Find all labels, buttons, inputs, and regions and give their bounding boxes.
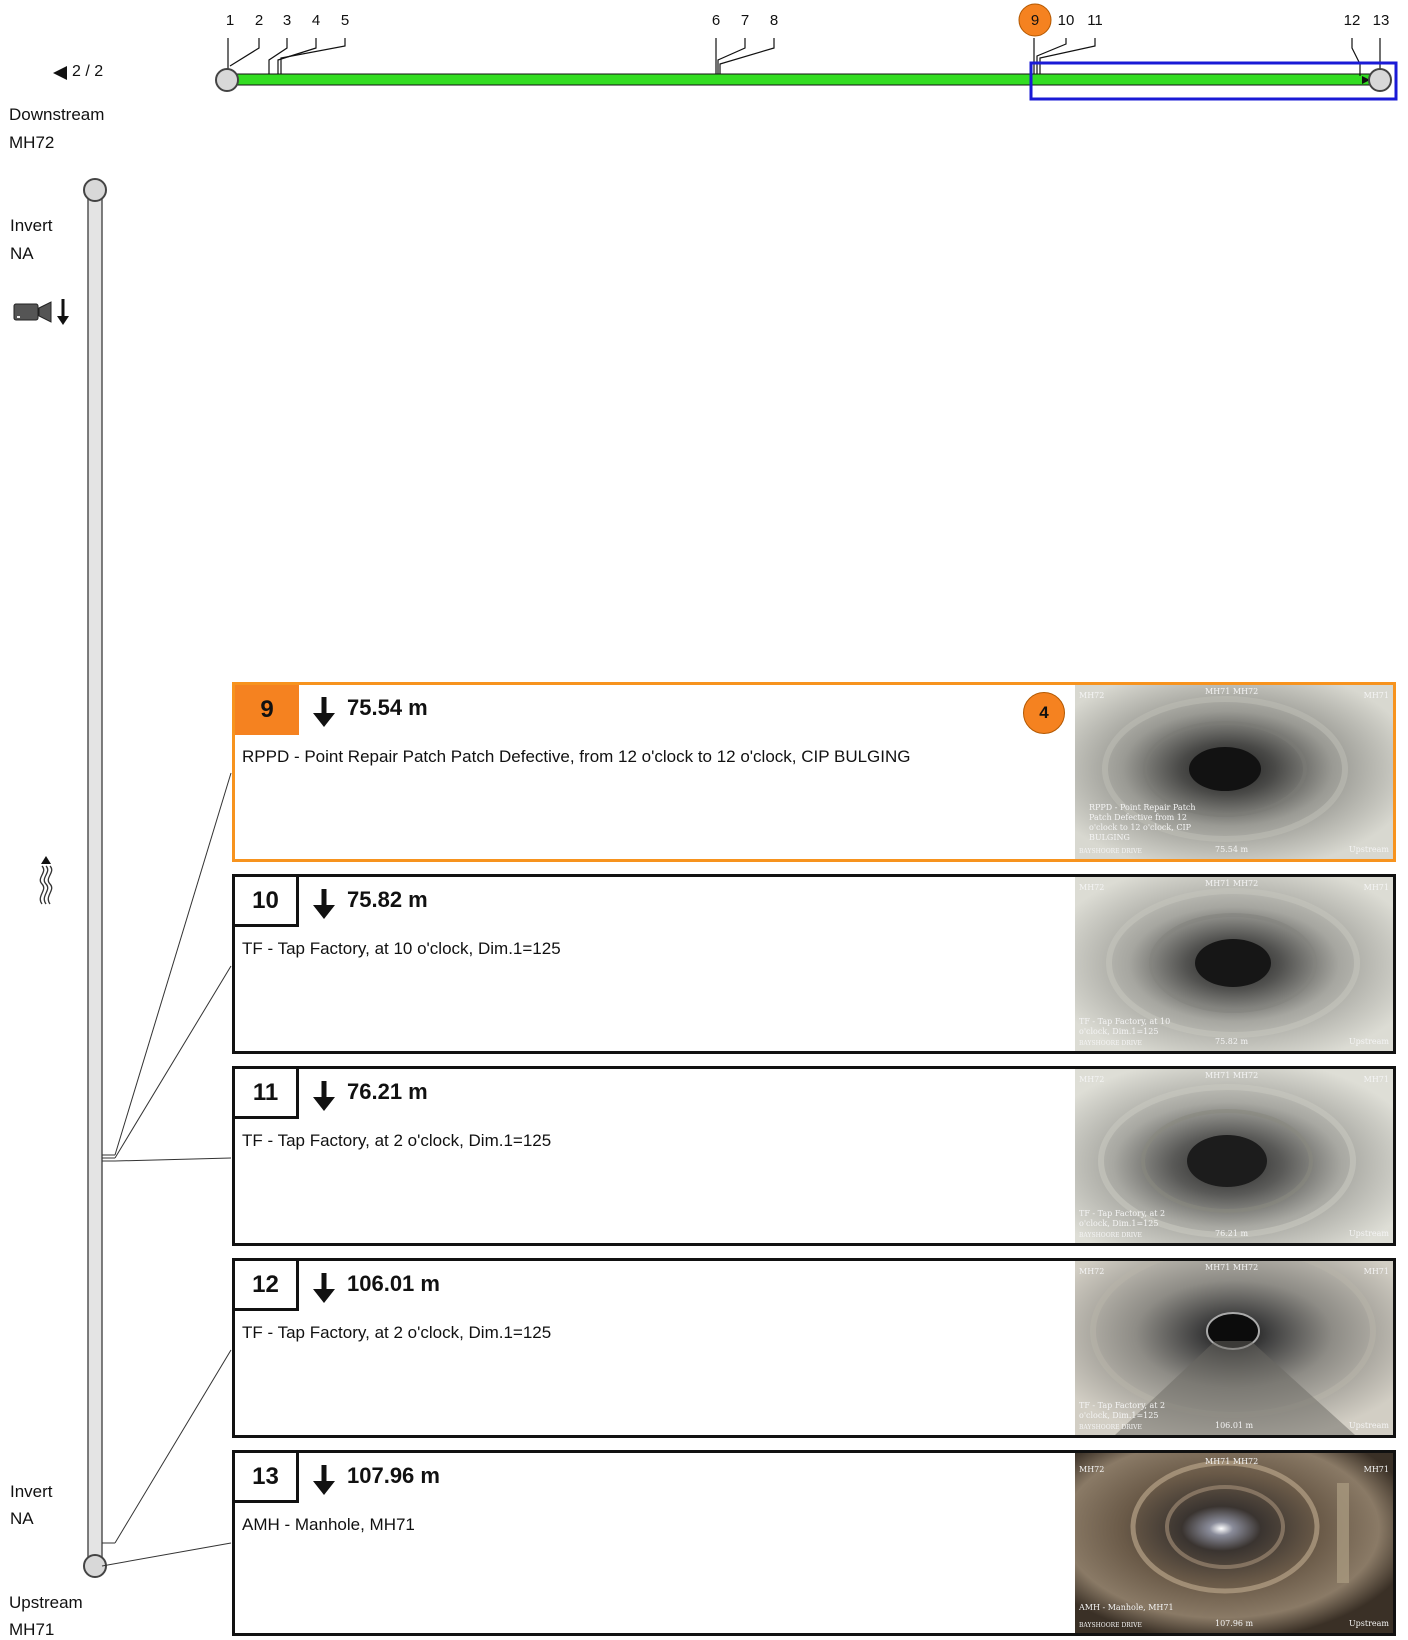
observation-description: TF - Tap Factory, at 2 o'clock, Dim.1=12… (242, 1131, 552, 1150)
upstream-node: MH71 (9, 1620, 55, 1639)
photo-top-right: MH71 (1363, 1267, 1389, 1276)
photo-street: BAYSHOORE DRIVE (1079, 1621, 1142, 1629)
pipe-bar (225, 73, 1385, 86)
tick-label-7[interactable]: 7 (733, 12, 757, 29)
tick-label-10[interactable]: 10 (1054, 12, 1078, 29)
vertical-pipe (83, 178, 232, 1578)
tick-label-5[interactable]: 5 (333, 12, 357, 29)
photo-top-right: MH71 (1363, 691, 1389, 700)
photo-top-left: MH72 (1079, 1267, 1105, 1276)
photo-direction: Upstream (1348, 1619, 1389, 1628)
observation-number: 10 (235, 877, 299, 927)
down-arrow-icon (313, 697, 335, 727)
tick-label-11[interactable]: 11 (1083, 12, 1107, 29)
observation-photo[interactable]: MH72 MH71 MH72 MH71 TF - Tap Factory, at… (1075, 1261, 1393, 1435)
photo-street: BAYSHOORE DRIVE (1079, 1039, 1142, 1047)
photo-top-right: MH71 (1363, 1465, 1389, 1474)
photo-top-left: MH72 (1079, 1075, 1105, 1084)
photo-top-left: MH72 (1079, 1465, 1105, 1474)
photo-top-left: MH72 (1079, 691, 1105, 700)
photo-street: BAYSHOORE DRIVE (1079, 847, 1142, 855)
tick-label-6[interactable]: 6 (704, 12, 728, 29)
photo-distance: 107.96 m (1215, 1619, 1254, 1628)
photo-distance: 75.82 m (1215, 1037, 1249, 1046)
upstream-manhole-node (1368, 68, 1392, 92)
photo-distance: 76.21 m (1215, 1229, 1249, 1238)
photo-top-center: MH71 MH72 (1205, 879, 1259, 888)
tick-label-2[interactable]: 2 (247, 12, 271, 29)
observation-photo[interactable]: MH72 MH71 MH72 MH71 AMH - Manhole, MH71 … (1075, 1453, 1393, 1633)
observation-card-12[interactable]: 12 106.01 m TF - Tap Factory, at 2 o'clo… (232, 1258, 1396, 1438)
observation-distance: 107.96 m (347, 1463, 440, 1488)
observation-description: RPPD - Point Repair Patch Patch Defectiv… (242, 747, 911, 766)
tick-label-3[interactable]: 3 (275, 12, 299, 29)
observation-description: AMH - Manhole, MH71 (242, 1515, 415, 1534)
photo-top-center: MH71 MH72 (1205, 1457, 1259, 1466)
down-arrow-icon (313, 1081, 335, 1111)
observation-number: 12 (235, 1261, 299, 1311)
photo-street: BAYSHOORE DRIVE (1079, 1231, 1142, 1239)
photo-caption: TF - Tap Factory, at 2 o'clock, Dim.1=12… (1079, 1401, 1166, 1420)
photo-caption: AMH - Manhole, MH71 (1079, 1603, 1174, 1612)
observation-card-13[interactable]: 13 107.96 m AMH - Manhole, MH71 MH72 MH7… (232, 1450, 1396, 1636)
observation-card-11[interactable]: 11 76.21 m TF - Tap Factory, at 2 o'cloc… (232, 1066, 1396, 1246)
photo-direction: Upstream (1348, 845, 1389, 854)
photo-direction: Upstream (1348, 1229, 1389, 1238)
invert-top-label: Invert (10, 216, 53, 235)
photo-caption: TF - Tap Factory, at 10 o'clock, Dim.1=1… (1079, 1017, 1171, 1036)
photo-caption: RPPD - Point Repair Patch Patch Defectiv… (1089, 803, 1196, 842)
observation-number: 13 (235, 1453, 299, 1503)
observation-distance: 75.82 m (347, 887, 428, 912)
photo-top-center: MH71 MH72 (1205, 1263, 1259, 1272)
observation-distance: 75.54 m (347, 695, 428, 720)
down-arrow-icon (313, 889, 335, 919)
tick-label-13[interactable]: 13 (1369, 12, 1393, 29)
invert-top-value: NA (10, 244, 34, 263)
observation-card-10[interactable]: 10 75.82 m TF - Tap Factory, at 10 o'clo… (232, 874, 1396, 1054)
photo-top-center: MH71 MH72 (1205, 687, 1259, 696)
tick-label-4[interactable]: 4 (304, 12, 328, 29)
observation-description: TF - Tap Factory, at 2 o'clock, Dim.1=12… (242, 1323, 552, 1342)
down-arrow-icon (313, 1273, 335, 1303)
photo-top-left: MH72 (1079, 883, 1105, 892)
tick-label-9[interactable]: 9 (1023, 12, 1047, 29)
down-arrow-icon (57, 299, 69, 325)
observation-photo[interactable]: MH72 MH71 MH72 MH71 TF - Tap Factory, at… (1075, 877, 1393, 1051)
photo-caption: TF - Tap Factory, at 2 o'clock, Dim.1=12… (1079, 1209, 1166, 1228)
observation-distance: 106.01 m (347, 1271, 440, 1296)
observation-photo[interactable]: MH72 MH71 MH72 MH71 TF - Tap Factory, at… (1075, 1069, 1393, 1243)
grade-badge: 4 (1023, 692, 1065, 734)
photo-top-right: MH71 (1363, 883, 1389, 892)
observation-description: TF - Tap Factory, at 10 o'clock, Dim.1=1… (242, 939, 561, 958)
invert-bottom-label: Invert (10, 1482, 53, 1501)
photo-top-right: MH71 (1363, 1075, 1389, 1084)
photo-direction: Upstream (1348, 1421, 1389, 1430)
camera-icon (13, 301, 52, 323)
photo-top-center: MH71 MH72 (1205, 1071, 1259, 1080)
tick-label-8[interactable]: 8 (762, 12, 786, 29)
upstream-label: Upstream (9, 1593, 83, 1612)
observation-number: 11 (235, 1069, 299, 1119)
observation-photo[interactable]: MH72 MH71 MH72 MH71 RPPD - Point Repair … (1075, 685, 1393, 859)
invert-bottom-value: NA (10, 1509, 34, 1528)
photo-street: BAYSHOORE DRIVE (1079, 1423, 1142, 1431)
flow-icon (39, 856, 53, 905)
tick-label-12[interactable]: 12 (1340, 12, 1364, 29)
observation-number: 9 (235, 685, 299, 735)
observation-distance: 76.21 m (347, 1079, 428, 1104)
photo-distance: 75.54 m (1215, 845, 1249, 854)
down-arrow-icon (313, 1465, 335, 1495)
observation-card-9[interactable]: 9 75.54 m RPPD - Point Repair Patch Patc… (232, 682, 1396, 862)
photo-direction: Upstream (1348, 1037, 1389, 1046)
photo-distance: 106.01 m (1215, 1421, 1254, 1430)
